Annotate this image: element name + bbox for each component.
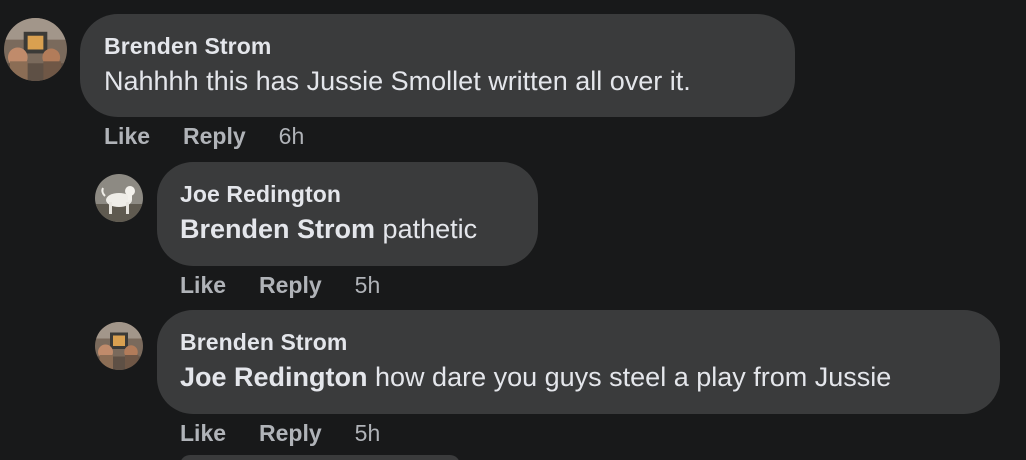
comment-actions: Like Reply 6h <box>104 121 304 151</box>
comment-actions: Like Reply 5h <box>180 418 380 448</box>
comment-timestamp[interactable]: 6h <box>279 121 305 151</box>
previous-comment-remnant <box>200 0 260 2</box>
comment-text: Nahhhh this has Jussie Smollet written a… <box>104 62 771 100</box>
mention-link[interactable]: Brenden Strom <box>180 214 375 244</box>
reply-button[interactable]: Reply <box>259 418 322 448</box>
avatar[interactable] <box>95 322 143 370</box>
comment-author[interactable]: Brenden Strom <box>104 31 771 61</box>
comment-body: how dare you guys steel a play from Juss… <box>375 362 892 392</box>
avatar[interactable] <box>95 174 143 222</box>
comment-author[interactable]: Brenden Strom <box>180 327 977 357</box>
comment-bubble: Joe Redington Brenden Strom pathetic <box>157 162 538 266</box>
reply-button[interactable]: Reply <box>259 270 322 300</box>
comment-bubble: Brenden Strom Nahhhh this has Jussie Smo… <box>80 14 795 117</box>
next-comment-remnant <box>180 455 460 460</box>
comment-timestamp[interactable]: 5h <box>355 418 381 448</box>
comment-body: pathetic <box>382 214 478 244</box>
comment-bubble: Brenden Strom Joe Redington how dare you… <box>157 310 1000 414</box>
like-button[interactable]: Like <box>104 121 150 151</box>
profile-photo-fireplace-icon <box>4 18 67 81</box>
comment-thread: Brenden Strom Nahhhh this has Jussie Smo… <box>0 0 1026 460</box>
profile-photo-dog-icon <box>95 174 143 222</box>
like-button[interactable]: Like <box>180 270 226 300</box>
mention-link[interactable]: Joe Redington <box>180 362 368 392</box>
reply-button[interactable]: Reply <box>183 121 246 151</box>
comment-author[interactable]: Joe Redington <box>180 179 515 209</box>
like-button[interactable]: Like <box>180 418 226 448</box>
comment-text: Joe Redington how dare you guys steel a … <box>180 358 977 396</box>
comment-actions: Like Reply 5h <box>180 270 380 300</box>
comment-body: Nahhhh this has Jussie Smollet written a… <box>104 66 691 96</box>
comment-timestamp[interactable]: 5h <box>355 270 381 300</box>
avatar[interactable] <box>4 18 67 81</box>
comment-text: Brenden Strom pathetic <box>180 210 515 248</box>
profile-photo-fireplace-icon <box>95 322 143 370</box>
